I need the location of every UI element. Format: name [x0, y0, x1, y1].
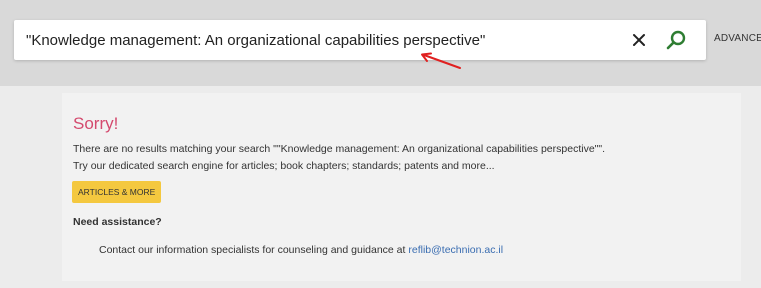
email-link[interactable]: reflib@technion.ac.il [408, 244, 503, 256]
search-box [14, 20, 706, 60]
contact-line: Contact our information specialists for … [99, 244, 503, 256]
advanced-search-link[interactable]: ADVANCED [714, 33, 761, 44]
annotation-arrow [421, 52, 461, 69]
contact-text: Contact our information specialists for … [99, 244, 409, 256]
no-results-card: Sorry! There are no results matching you… [62, 93, 741, 281]
sorry-title: Sorry! [73, 114, 119, 133]
articles-and-more-button[interactable]: ARTICLES & MORE [72, 181, 162, 203]
search-icon[interactable] [664, 28, 688, 52]
search-bar-area: ADVANCED [0, 0, 761, 86]
close-icon[interactable] [628, 29, 650, 51]
try-search-engine-text: Try our dedicated search engine for arti… [73, 160, 495, 172]
search-input[interactable] [14, 20, 614, 60]
need-assistance-heading: Need assistance? [73, 216, 162, 228]
no-results-message: There are no results matching your searc… [73, 143, 606, 155]
